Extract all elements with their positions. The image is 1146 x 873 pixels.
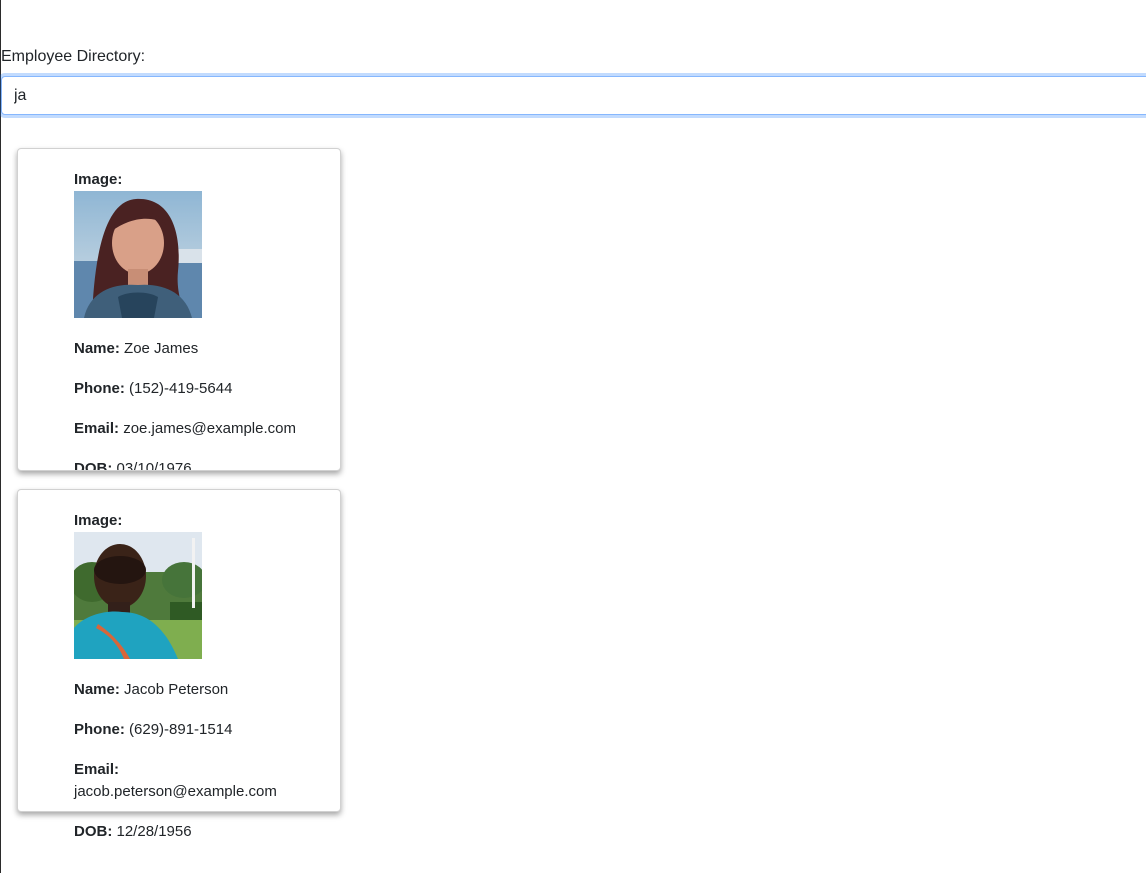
phone-label: Phone: (74, 380, 125, 397)
employee-photo (74, 532, 202, 659)
image-label: Image: (74, 171, 123, 188)
dob-label: DOB: (74, 460, 113, 471)
name-label: Name: (74, 681, 120, 698)
phone-value: (629)-891-1514 (129, 721, 233, 738)
dob-row: DOB: 03/10/1976 (74, 458, 320, 471)
image-label: Image: (74, 512, 123, 529)
dob-value: 03/10/1976 (116, 460, 192, 471)
phone-value: (152)-419-5644 (129, 380, 233, 397)
name-row: Name: Jacob Peterson (74, 679, 320, 701)
phone-row: Phone: (152)-419-5644 (74, 378, 320, 400)
search-label: Employee Directory: (1, 48, 146, 65)
dob-value: 12/28/1956 (116, 823, 192, 840)
phone-label: Phone: (74, 721, 125, 738)
dob-label: DOB: (74, 823, 113, 840)
search-input[interactable] (1, 76, 1146, 115)
email-label: Email: (74, 420, 120, 437)
name-value: Jacob Peterson (124, 681, 229, 698)
employee-photo (74, 191, 202, 318)
page-left-border (0, 0, 1, 873)
employee-card: Image: Name: Jacob Peterson Phone: (629)… (17, 489, 341, 840)
email-row: Email: jacob.peterson@example.com (74, 759, 320, 803)
name-value: Zoe James (124, 340, 199, 357)
dob-row: DOB: 12/28/1956 (74, 821, 320, 843)
name-label: Name: (74, 340, 120, 357)
email-row: Email: zoe.james@example.com (74, 418, 320, 440)
employee-card: Image: Name: Zoe James Phone: (152)-419-… (17, 148, 341, 471)
employee-card-body: Image: Name: Zoe James Phone: (152)-419-… (74, 169, 320, 471)
email-value: jacob.peterson@example.com (74, 783, 277, 800)
email-value: zoe.james@example.com (123, 420, 296, 437)
phone-row: Phone: (629)-891-1514 (74, 719, 320, 741)
name-row: Name: Zoe James (74, 338, 320, 360)
email-label: Email: (74, 761, 120, 778)
employee-card-body: Image: Name: Jacob Peterson Phone: (629)… (74, 510, 320, 843)
